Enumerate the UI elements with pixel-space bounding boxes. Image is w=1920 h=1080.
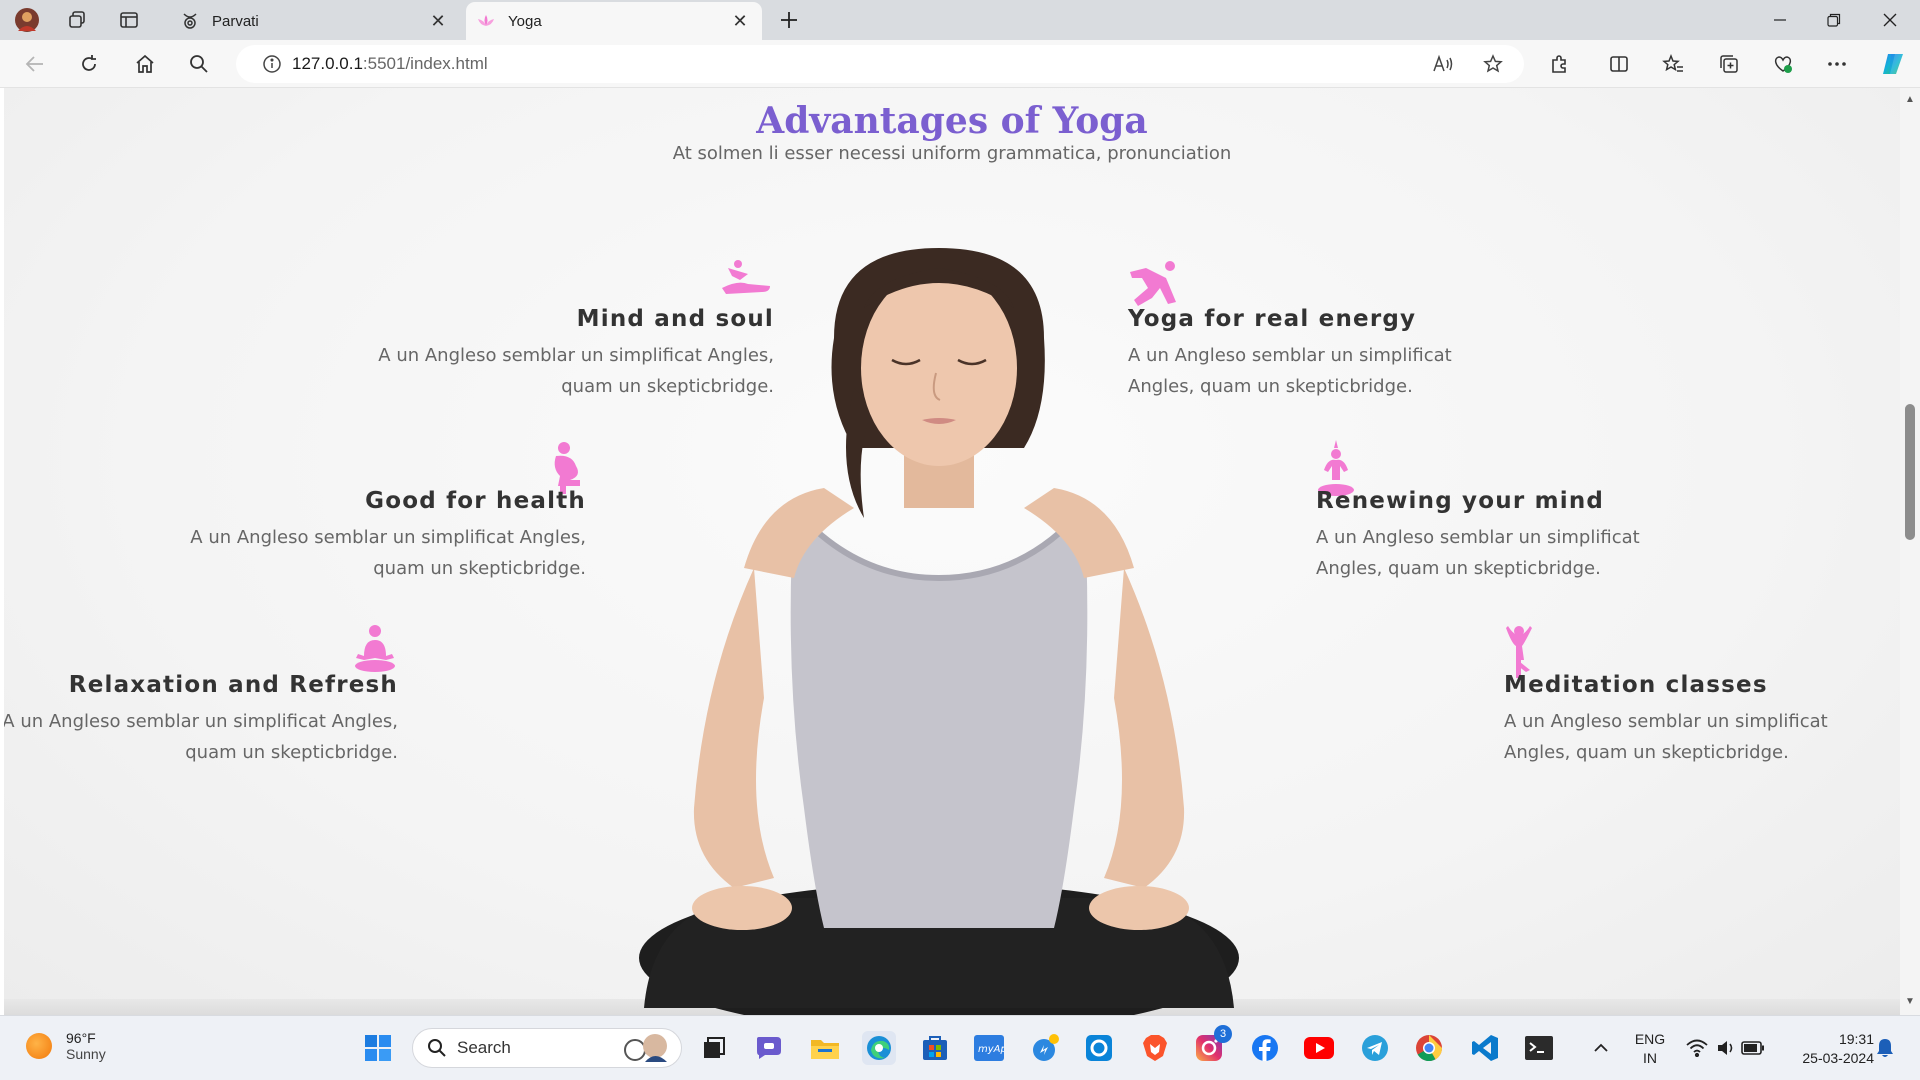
tab-parvati[interactable]: Parvati ✕	[170, 2, 460, 40]
vscode-icon[interactable]	[1468, 1031, 1502, 1065]
scrollbar-thumb[interactable]	[1905, 404, 1915, 540]
microsoft-store-icon[interactable]	[918, 1031, 952, 1065]
brave-icon[interactable]	[1138, 1031, 1172, 1065]
site-info-icon[interactable]	[252, 54, 292, 74]
mind-soul-icon	[214, 258, 774, 304]
split-screen-icon[interactable]	[1602, 48, 1636, 80]
notifications-bell-icon[interactable]	[1868, 1031, 1902, 1065]
address-bar[interactable]: 127.0.0.1:5501/index.html	[236, 45, 1524, 83]
feature-renewing-mind: Renewing your mind A un Angleso semblar …	[1316, 440, 1876, 584]
clock[interactable]: 19:31 25-03-2024	[1784, 1030, 1874, 1068]
url-text: 127.0.0.1:5501/index.html	[292, 54, 488, 73]
tab-actions-icon[interactable]	[112, 6, 146, 34]
scroll-down-arrow-icon[interactable]: ▼	[1904, 996, 1916, 1010]
battery-icon[interactable]	[1736, 1031, 1770, 1065]
feature-text: A un Angleso semblar un simplificat Angl…	[1128, 345, 1452, 397]
feature-title: Yoga for real energy	[1128, 306, 1417, 332]
tab-title: Parvati	[212, 12, 259, 30]
meditation-icon	[1504, 624, 1900, 678]
home-button[interactable]	[128, 48, 162, 80]
show-hidden-icons-icon[interactable]	[1584, 1031, 1618, 1065]
close-tab-icon[interactable]: ✕	[728, 9, 752, 33]
profile-avatar[interactable]	[10, 6, 44, 34]
feature-text: A un Angleso semblar un simplificat Angl…	[4, 711, 398, 763]
page-scrollbar[interactable]: ▲ ▼	[1900, 88, 1920, 1015]
teams-chat-icon[interactable]	[752, 1031, 786, 1065]
copilot-icon[interactable]	[1876, 48, 1910, 80]
browser-toolbar: 127.0.0.1:5501/index.html	[0, 40, 1920, 88]
minimize-button[interactable]	[1752, 0, 1808, 40]
feature-relaxation: Relaxation and Refresh A un Angleso semb…	[4, 624, 398, 768]
start-icon[interactable]	[361, 1031, 395, 1065]
svg-text:myAp: myAp	[978, 1044, 1004, 1055]
feature-mind-soul: Mind and soul A un Angleso semblar un si…	[214, 258, 774, 402]
feature-text: A un Angleso semblar un simplificat Angl…	[1504, 711, 1828, 763]
back-button[interactable]	[18, 48, 52, 80]
lotus-favicon-icon	[476, 11, 496, 31]
search-label: Search	[457, 1038, 511, 1057]
restore-button[interactable]	[1806, 0, 1862, 40]
renew-mind-icon	[1316, 440, 1876, 496]
feature-good-health: Good for health A un Angleso semblar un …	[26, 440, 586, 584]
file-explorer-icon[interactable]	[808, 1031, 842, 1065]
feature-real-energy: Yoga for real energy A un Angleso sembla…	[1128, 258, 1688, 402]
feature-text: A un Angleso semblar un simplificat Angl…	[378, 345, 774, 397]
search-icon	[428, 1039, 446, 1057]
read-aloud-icon[interactable]	[1426, 48, 1460, 80]
extensions-icon[interactable]	[1542, 48, 1576, 80]
telegram-icon[interactable]	[1358, 1031, 1392, 1065]
weather-widget[interactable]: 96°F Sunny	[26, 1030, 106, 1062]
browser-essentials-icon[interactable]	[1766, 48, 1800, 80]
collections-icon[interactable]	[1712, 48, 1746, 80]
notification-badge: 3	[1214, 1025, 1232, 1043]
cortana-icon[interactable]	[1082, 1031, 1116, 1065]
scroll-up-arrow-icon[interactable]: ▲	[1904, 94, 1916, 108]
search-icon[interactable]	[182, 48, 216, 80]
weather-desc: Sunny	[66, 1046, 106, 1062]
more-options-icon[interactable]	[1820, 48, 1854, 80]
favorites-icon[interactable]	[1656, 48, 1690, 80]
page-subtitle: At solmen li esser necessi uniform gramm…	[672, 143, 1232, 164]
feature-title: Relaxation and Refresh	[68, 672, 398, 698]
energy-icon	[1128, 258, 1688, 306]
feature-meditation-classes: Meditation classes A un Angleso semblar …	[1504, 624, 1900, 768]
myapp-icon[interactable]: myAp	[972, 1031, 1006, 1065]
health-icon	[26, 440, 586, 494]
tab-strip: Parvati ✕ Yoga ✕	[0, 0, 1920, 40]
close-tab-icon[interactable]: ✕	[426, 9, 450, 33]
language-indicator[interactable]: ENG IN	[1630, 1030, 1670, 1068]
task-view-icon[interactable]	[697, 1031, 731, 1065]
feature-title: Renewing your mind	[1316, 488, 1605, 514]
chrome-icon[interactable]	[1412, 1031, 1446, 1065]
tab-yoga[interactable]: Yoga ✕	[466, 2, 762, 40]
edge-icon[interactable]	[862, 1031, 896, 1065]
new-tab-button[interactable]	[772, 6, 806, 34]
youtube-icon[interactable]	[1302, 1031, 1336, 1065]
refresh-button[interactable]	[72, 48, 106, 80]
terminal-icon[interactable]	[1522, 1031, 1556, 1065]
weather-app-icon[interactable]	[1028, 1031, 1062, 1065]
close-window-button[interactable]	[1862, 0, 1918, 40]
facebook-icon[interactable]	[1248, 1031, 1282, 1065]
feature-text: A un Angleso semblar un simplificat Angl…	[190, 527, 586, 579]
weather-temp: 96°F	[66, 1030, 96, 1046]
relaxation-icon	[4, 624, 398, 672]
page-viewport: Advantages of Yoga At solmen li esser ne…	[4, 88, 1900, 1015]
search-highlight-icon	[624, 1034, 667, 1062]
instagram-icon[interactable]: 3	[1192, 1025, 1232, 1065]
workspaces-icon[interactable]	[60, 6, 94, 34]
tab-title: Yoga	[508, 12, 542, 30]
feature-title: Meditation classes	[1504, 672, 1768, 698]
sun-icon	[26, 1033, 52, 1059]
feature-text: A un Angleso semblar un simplificat Angl…	[1316, 527, 1640, 579]
page-title: Advantages of Yoga	[756, 100, 1148, 142]
taskbar: 96°F Sunny Search myAp 3 ENG IN 19:31 25…	[0, 1015, 1920, 1080]
favorite-star-icon[interactable]	[1476, 48, 1510, 80]
taskbar-search[interactable]: Search	[412, 1028, 682, 1068]
parvati-favicon-icon	[180, 11, 200, 31]
feature-title: Good for health	[365, 488, 586, 514]
feature-title: Mind and soul	[576, 306, 774, 332]
